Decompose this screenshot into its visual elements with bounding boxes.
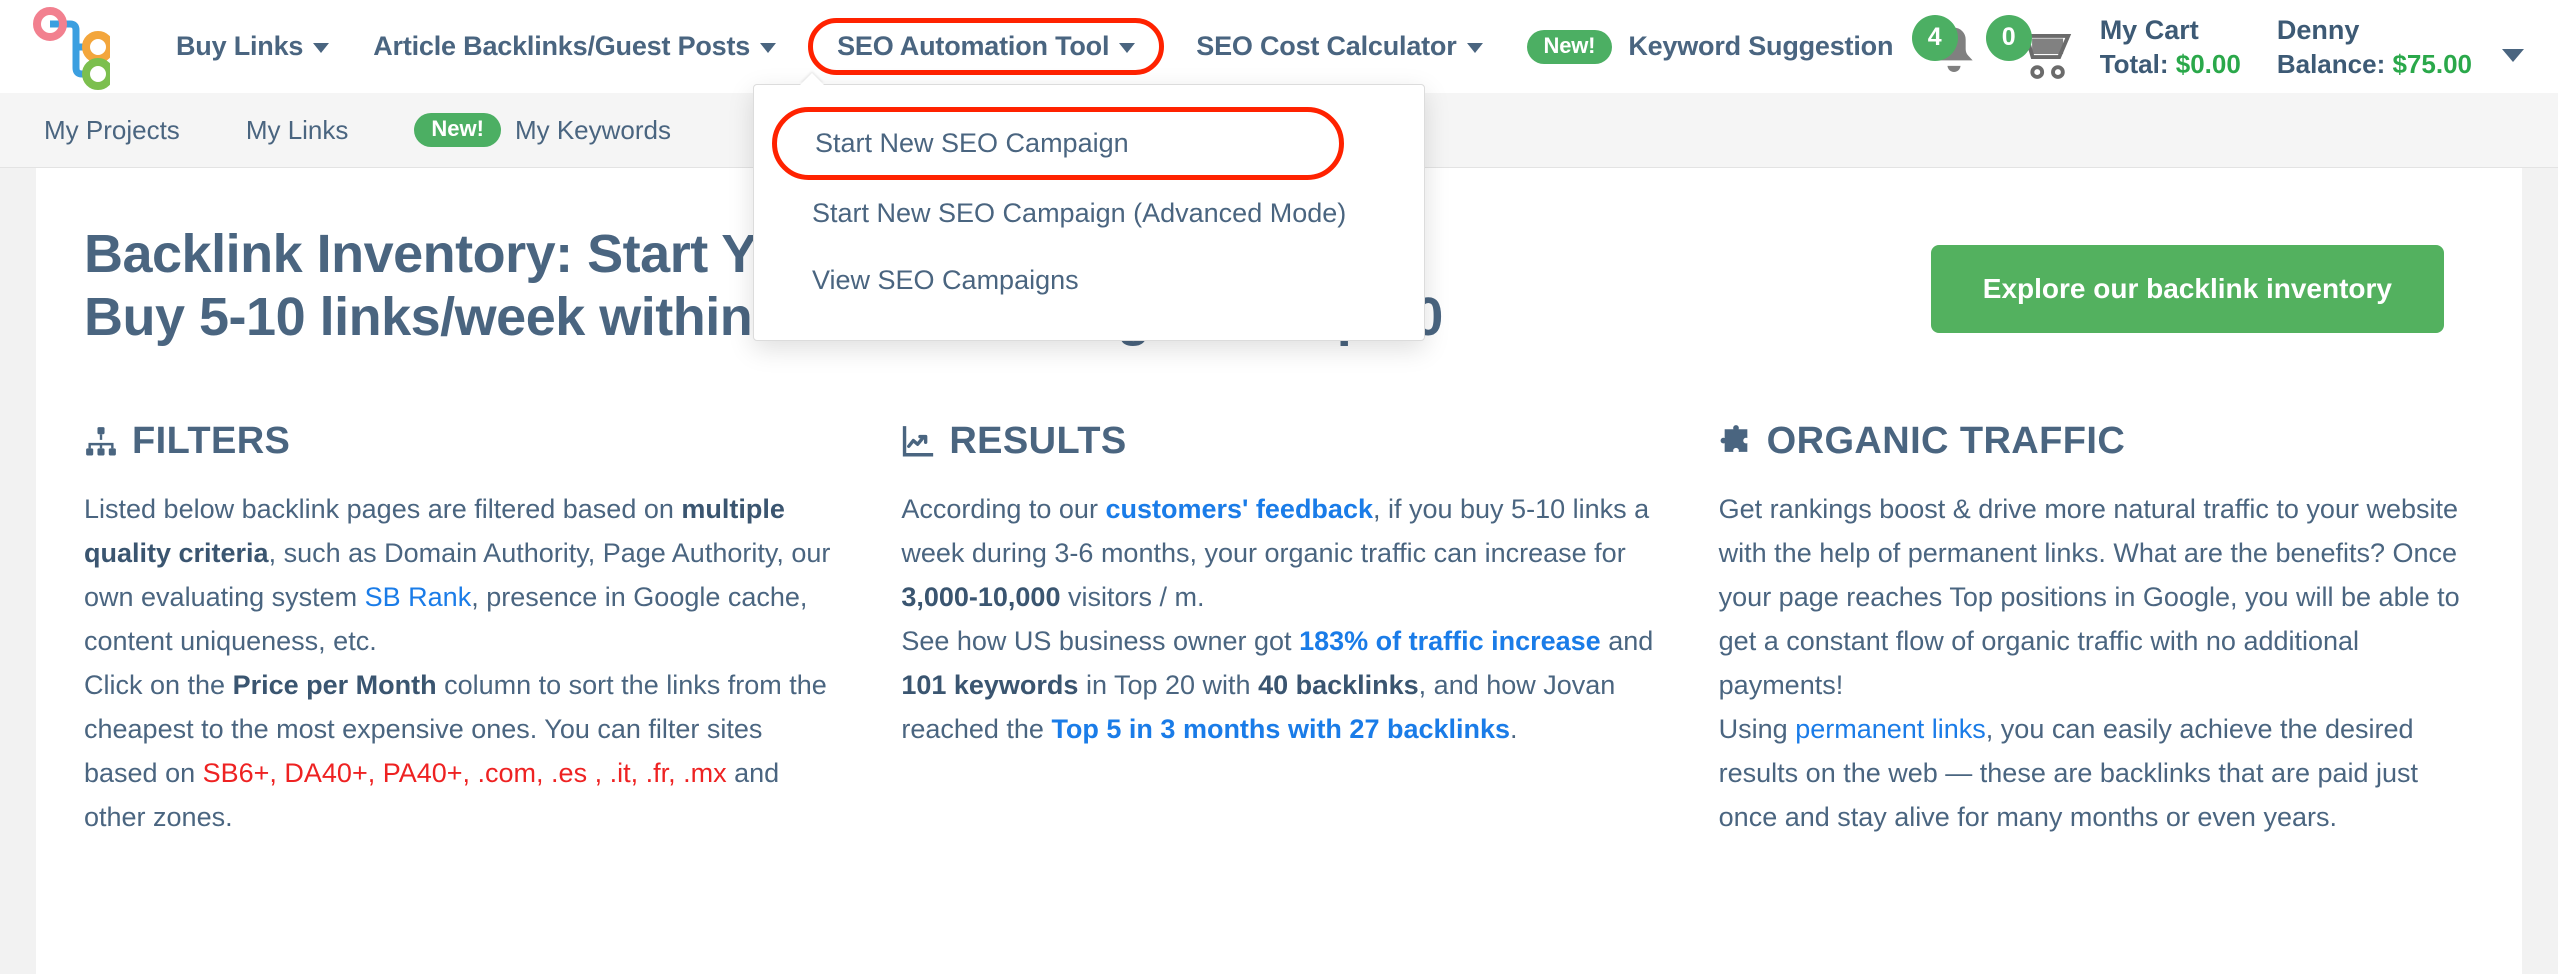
- nav-label: Buy Links: [176, 31, 304, 61]
- link-customers-feedback[interactable]: customers' feedback: [1105, 494, 1373, 524]
- notifications-count: 4: [1911, 14, 1958, 61]
- site-logo[interactable]: [24, 4, 110, 90]
- column-heading: FILTERS: [84, 420, 839, 463]
- column-body: Listed below backlink pages are filtered…: [84, 487, 839, 839]
- nav-item-article-backlinks[interactable]: Article Backlinks/Guest Posts: [351, 21, 798, 72]
- text-run: and: [1600, 626, 1654, 657]
- explore-inventory-button[interactable]: Explore our backlink inventory: [1930, 245, 2444, 333]
- text-run: visitors / m.: [1060, 582, 1205, 613]
- nav-label: SEO Cost Calculator: [1196, 31, 1457, 61]
- column-results: RESULTS According to our customers' feed…: [901, 420, 1656, 839]
- sub-nav-label: My Keywords: [514, 114, 671, 145]
- nav-item-seo-automation-tool[interactable]: SEO Automation Tool: [808, 18, 1165, 75]
- column-title: ORGANIC TRAFFIC: [1766, 420, 2126, 463]
- link-sb-rank[interactable]: SB Rank: [365, 582, 472, 612]
- text-run: Listed below backlink pages are filtered…: [84, 494, 682, 525]
- text-run: See how US business owner got: [901, 626, 1300, 657]
- text-run: Using: [1718, 714, 1796, 745]
- paragraph: Using permanent links, you can easily ac…: [1719, 707, 2474, 839]
- paragraph: See how US business owner got 183% of tr…: [901, 619, 1656, 751]
- nav-label: Keyword Suggestion: [1628, 31, 1894, 61]
- link-permanent-links[interactable]: permanent links: [1795, 714, 1986, 744]
- chevron-down-icon: [1466, 43, 1483, 53]
- main-navigation: Buy Links Article Backlinks/Guest Posts …: [154, 18, 1915, 75]
- puzzle-piece-icon: [1720, 424, 1747, 452]
- chevron-down-icon: [1119, 43, 1136, 53]
- sub-nav-item-my-links[interactable]: My Links: [224, 107, 371, 154]
- text-run: Click on the: [84, 670, 233, 701]
- cart-title: My Cart: [2099, 14, 2199, 45]
- sub-nav-item-my-projects[interactable]: My Projects: [22, 107, 202, 154]
- text-run: in Top 20 with: [1078, 670, 1259, 701]
- link-traffic-increase[interactable]: 183% of traffic increase: [1299, 626, 1601, 656]
- nav-item-keyword-suggestion[interactable]: New! Keyword Suggestion: [1505, 20, 1916, 74]
- chevron-down-icon: [760, 43, 777, 53]
- cart-button[interactable]: 0: [1985, 14, 2088, 87]
- seo-automation-dropdown-menu: Start New SEO Campaign Start New SEO Cam…: [753, 84, 1425, 341]
- chart-line-icon: [903, 425, 934, 457]
- feature-columns: FILTERS Listed below backlink pages are …: [36, 348, 2522, 839]
- chevron-down-icon[interactable]: [2502, 48, 2524, 62]
- sitemap-icon: [86, 426, 116, 456]
- nav-label: SEO Automation Tool: [837, 31, 1110, 61]
- text-run-bold: 40 backlinks: [1258, 670, 1419, 701]
- column-heading: ORGANIC TRAFFIC: [1719, 420, 2474, 463]
- nav-item-buy-links[interactable]: Buy Links: [154, 21, 351, 72]
- column-title: FILTERS: [132, 420, 291, 463]
- sub-nav-label: My Links: [245, 114, 349, 145]
- column-title: RESULTS: [949, 420, 1127, 463]
- user-name: Denny: [2276, 14, 2360, 45]
- cart-total-value: $0.00: [2175, 48, 2241, 79]
- paragraph: Listed below backlink pages are filtered…: [84, 487, 839, 663]
- sub-nav-item-my-keywords[interactable]: New! My Keywords: [392, 105, 693, 155]
- user-menu[interactable]: Denny Balance: $75.00: [2277, 15, 2472, 80]
- chevron-down-icon: [313, 43, 330, 53]
- column-body: According to our customers' feedback, if…: [901, 487, 1656, 751]
- header-right-cluster: 4 0 My Cart Total: $0.00 Denny Balance: …: [1911, 7, 2558, 87]
- nav-label: Article Backlinks/Guest Posts: [373, 31, 751, 61]
- new-badge: New!: [414, 113, 501, 147]
- text-run-filters-list: SB6+, DA40+, PA40+, .com, .es , .it, .fr…: [202, 758, 727, 789]
- text-run: .: [1510, 714, 1518, 745]
- column-body: Get rankings boost & drive more natural …: [1719, 487, 2474, 839]
- text-run-bold: Price per Month: [232, 670, 437, 701]
- user-balance: Balance: $75.00: [2277, 49, 2472, 80]
- cart-count: 0: [1985, 14, 2032, 61]
- column-filters: FILTERS Listed below backlink pages are …: [84, 420, 839, 839]
- sub-nav-label: My Projects: [44, 114, 180, 145]
- text-run: Get rankings boost & drive more natural …: [1718, 494, 2460, 701]
- text-run: According to our: [901, 494, 1106, 525]
- menu-item-start-new-seo-campaign-advanced[interactable]: Start New SEO Campaign (Advanced Mode): [754, 180, 1424, 247]
- paragraph: According to our customers' feedback, if…: [901, 487, 1656, 619]
- paragraph: Click on the Price per Month column to s…: [84, 663, 839, 839]
- text-run-bold: 101 keywords: [901, 670, 1079, 701]
- cart-summary[interactable]: My Cart Total: $0.00: [2100, 15, 2241, 80]
- column-heading: RESULTS: [901, 420, 1656, 463]
- new-badge: New!: [1526, 29, 1613, 64]
- page-root: Buy Links Article Backlinks/Guest Posts …: [0, 0, 2558, 974]
- menu-item-view-seo-campaigns[interactable]: View SEO Campaigns: [754, 247, 1424, 314]
- link-top5-3months[interactable]: Top 5 in 3 months with 27 backlinks: [1051, 714, 1510, 744]
- paragraph: Get rankings boost & drive more natural …: [1719, 487, 2474, 707]
- cart-total-label: Total:: [2099, 48, 2169, 79]
- cart-total: Total: $0.00: [2100, 49, 2241, 80]
- text-run-bold: 3,000-10,000: [901, 582, 1061, 613]
- primary-header: Buy Links Article Backlinks/Guest Posts …: [0, 0, 2558, 93]
- column-organic-traffic: ORGANIC TRAFFIC Get rankings boost & dri…: [1719, 420, 2474, 839]
- nav-item-seo-cost-calculator[interactable]: SEO Cost Calculator: [1174, 21, 1504, 72]
- balance-value: $75.00: [2392, 48, 2472, 79]
- menu-item-start-new-seo-campaign[interactable]: Start New SEO Campaign: [772, 107, 1344, 180]
- balance-label: Balance:: [2276, 48, 2386, 79]
- notifications-button[interactable]: 4: [1911, 14, 1992, 87]
